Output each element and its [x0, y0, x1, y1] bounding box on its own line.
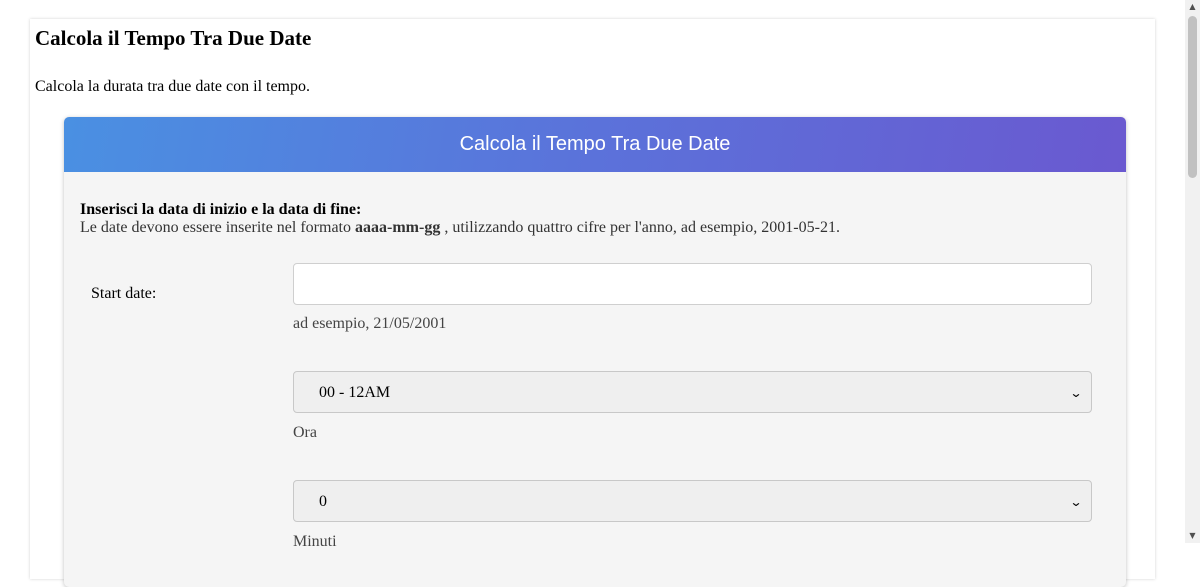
scroll-down-arrow-icon[interactable]: ▼	[1185, 529, 1200, 543]
page-intro: Calcola la durata tra due date con il te…	[35, 78, 310, 95]
page-title: Calcola il Tempo Tra Due Date	[35, 26, 312, 50]
instructions-after: , utilizzando quattro cifre per l'anno, …	[440, 219, 840, 236]
instructions: Inserisci la data di inizio e la data di…	[80, 201, 840, 237]
instructions-format: aaaa-mm-gg	[355, 219, 441, 236]
instructions-text: Le date devono essere inserite nel forma…	[80, 219, 840, 237]
card-header: Calcola il Tempo Tra Due Date	[64, 117, 1126, 172]
start-date-hint: ad esempio, 21/05/2001	[293, 315, 447, 332]
start-minute-value: 0	[319, 493, 327, 510]
start-hour-select[interactable]: 00 - 12AM ⌄	[293, 371, 1092, 413]
page-container: Calcola il Tempo Tra Due Date Calcola la…	[30, 19, 1155, 587]
start-minute-select[interactable]: 0 ⌄	[293, 480, 1092, 522]
start-date-label: Start date:	[91, 285, 157, 302]
page-scrollbar[interactable]: ▲ ▼	[1185, 0, 1200, 543]
start-hour-hint: Ora	[293, 424, 317, 441]
scroll-up-arrow-icon[interactable]: ▲	[1185, 0, 1200, 14]
calculator-card: Calcola il Tempo Tra Due Date Inserisci …	[64, 117, 1126, 587]
scroll-thumb[interactable]	[1188, 16, 1197, 178]
instructions-before: Le date devono essere inserite nel forma…	[80, 219, 355, 236]
chevron-down-icon: ⌄	[1069, 495, 1083, 509]
start-minute-hint: Minuti	[293, 533, 337, 550]
start-hour-value: 00 - 12AM	[319, 384, 391, 401]
instructions-lead: Inserisci la data di inizio e la data di…	[80, 201, 362, 218]
chevron-down-icon: ⌄	[1069, 386, 1083, 400]
start-date-input[interactable]	[293, 263, 1092, 305]
